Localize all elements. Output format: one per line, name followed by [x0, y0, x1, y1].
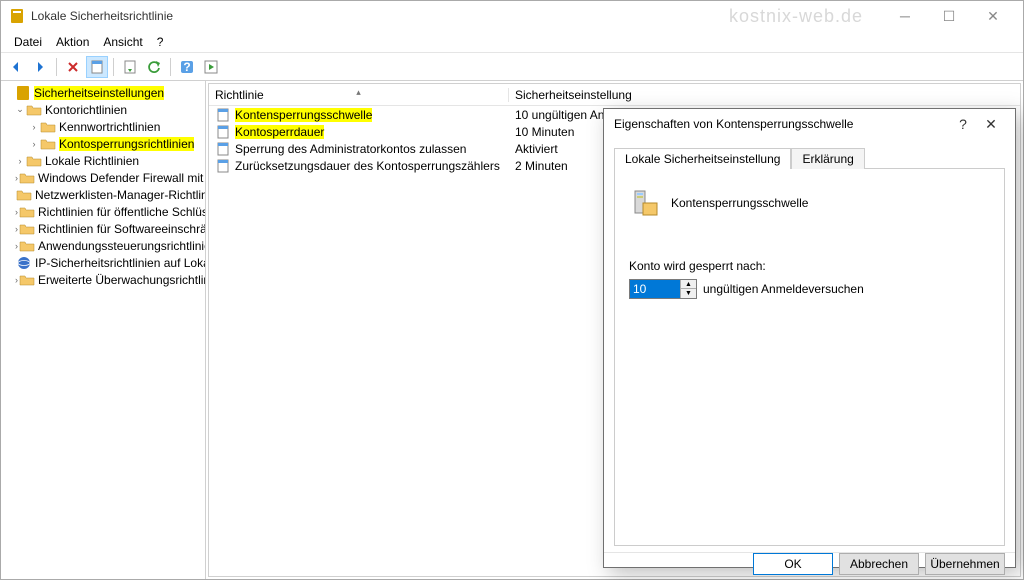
tree-software-restriction[interactable]: › Richtlinien für Softwareeinschränkung	[1, 220, 205, 237]
watermark: kostnix-web.de	[729, 6, 883, 27]
expand-icon[interactable]: ›	[15, 173, 18, 183]
properties-dialog: Eigenschaften von Kontensperrungsschwell…	[603, 108, 1016, 568]
folder-icon	[19, 204, 35, 220]
spinner-up-icon[interactable]: ▲	[681, 280, 696, 289]
folder-icon	[19, 170, 35, 186]
toolbar: ?	[1, 53, 1023, 81]
dialog-heading: Kontensperrungsschwelle	[671, 196, 808, 210]
threshold-input[interactable]	[630, 280, 680, 298]
tree-lockout-policies[interactable]: › Kontosperrungsrichtlinien	[1, 135, 205, 152]
field-unit: ungültigen Anmeldeversuchen	[703, 282, 864, 296]
sort-indicator-icon: ▴	[356, 87, 361, 98]
titlebar: Lokale Sicherheitsrichtlinie kostnix-web…	[1, 1, 1023, 31]
folder-icon	[19, 221, 35, 237]
folder-icon	[19, 272, 35, 288]
expand-icon[interactable]: ›	[15, 241, 18, 251]
expand-icon[interactable]: ›	[15, 224, 18, 234]
cancel-button[interactable]: Abbrechen	[839, 553, 919, 575]
back-button[interactable]	[5, 56, 27, 78]
policy-icon	[215, 158, 231, 174]
app-icon	[9, 8, 25, 24]
properties-button[interactable]	[86, 56, 108, 78]
dialog-titlebar: Eigenschaften von Kontensperrungsschwell…	[604, 109, 1015, 139]
apply-button[interactable]: Übernehmen	[925, 553, 1005, 575]
tree-ip-security[interactable]: IP-Sicherheitsrichtlinien auf Lokaler C	[1, 254, 205, 271]
expand-icon[interactable]: ⌄	[15, 104, 25, 115]
tree-network-list[interactable]: Netzwerklisten-Manager-Richtlinien	[1, 186, 205, 203]
menu-help[interactable]: ?	[150, 33, 171, 51]
forward-button[interactable]	[29, 56, 51, 78]
column-policy[interactable]: ▴Richtlinie	[209, 88, 509, 102]
policy-icon	[215, 107, 231, 123]
column-setting[interactable]: Sicherheitseinstellung	[509, 88, 638, 102]
menu-file[interactable]: Datei	[7, 33, 49, 51]
folder-icon	[40, 119, 56, 135]
ok-button[interactable]: OK	[753, 553, 833, 575]
field-label: Konto wird gesperrt nach:	[629, 259, 990, 273]
folder-icon	[40, 136, 56, 152]
menubar: Datei Aktion Ansicht ?	[1, 31, 1023, 53]
minimize-button[interactable]: ─	[883, 1, 927, 31]
export-button[interactable]	[119, 56, 141, 78]
tree-pane: Sicherheitseinstellungen ⌄ Kontorichtlin…	[1, 81, 206, 579]
dialog-close-button[interactable]: ✕	[977, 109, 1005, 139]
threshold-spinner[interactable]: ▲ ▼	[629, 279, 697, 299]
tree-firewall[interactable]: › Windows Defender Firewall mit erweit	[1, 169, 205, 186]
dialog-tabs: Lokale Sicherheitseinstellung Erklärung	[614, 147, 1005, 168]
dialog-title: Eigenschaften von Kontensperrungsschwell…	[614, 117, 949, 131]
shield-icon	[15, 85, 31, 101]
dialog-help-button[interactable]: ?	[949, 109, 977, 139]
tab-security-setting[interactable]: Lokale Sicherheitseinstellung	[614, 148, 791, 169]
close-button[interactable]: ✕	[971, 1, 1015, 31]
help-button[interactable]: ?	[176, 56, 198, 78]
maximize-button[interactable]: ☐	[927, 1, 971, 31]
expand-icon[interactable]: ›	[15, 156, 25, 166]
folder-icon	[26, 102, 42, 118]
folder-icon	[26, 153, 42, 169]
tree-app-control[interactable]: › Anwendungssteuerungsrichtlinien	[1, 237, 205, 254]
tree-root[interactable]: Sicherheitseinstellungen	[1, 84, 205, 101]
spinner-down-icon[interactable]: ▼	[681, 289, 696, 298]
svg-text:?: ?	[183, 60, 190, 74]
globe-icon	[16, 255, 32, 271]
delete-button[interactable]	[62, 56, 84, 78]
menu-view[interactable]: Ansicht	[96, 33, 149, 51]
expand-icon[interactable]: ›	[29, 139, 39, 149]
refresh-button[interactable]	[143, 56, 165, 78]
tree-password-policies[interactable]: › Kennwortrichtlinien	[1, 118, 205, 135]
policy-icon	[215, 124, 231, 140]
list-header: ▴Richtlinie Sicherheitseinstellung	[209, 84, 1020, 106]
dialog-footer: OK Abbrechen Übernehmen	[604, 552, 1015, 575]
tab-explanation[interactable]: Erklärung	[791, 148, 864, 169]
tree-account-policies[interactable]: ⌄ Kontorichtlinien	[1, 101, 205, 118]
folder-icon	[16, 187, 32, 203]
tree-advanced-audit[interactable]: › Erweiterte Überwachungsrichtlinienkc	[1, 271, 205, 288]
window-title: Lokale Sicherheitsrichtlinie	[31, 9, 729, 23]
tree-local-policies[interactable]: › Lokale Richtlinien	[1, 152, 205, 169]
folder-icon	[19, 238, 35, 254]
expand-icon[interactable]: ›	[29, 122, 39, 132]
tree-public-key[interactable]: › Richtlinien für öffentliche Schlüssel	[1, 203, 205, 220]
menu-action[interactable]: Aktion	[49, 33, 96, 51]
server-icon	[629, 187, 661, 219]
policy-icon	[215, 141, 231, 157]
tab-page: Kontensperrungsschwelle Konto wird gespe…	[614, 168, 1005, 546]
expand-icon[interactable]: ›	[15, 275, 18, 285]
play-button[interactable]	[200, 56, 222, 78]
expand-icon[interactable]: ›	[15, 207, 18, 217]
